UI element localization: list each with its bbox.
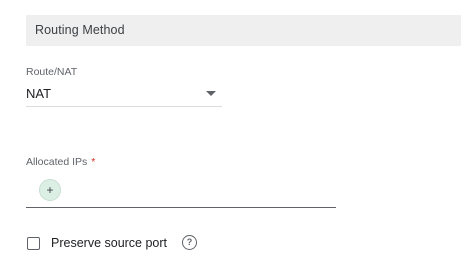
route-nat-select[interactable]: NAT bbox=[26, 84, 222, 107]
preserve-source-port-label[interactable]: Preserve source port bbox=[51, 236, 167, 250]
allocated-ips-label-text: Allocated IPs bbox=[26, 156, 88, 168]
required-indicator: * bbox=[91, 156, 96, 168]
section-title: Routing Method bbox=[35, 23, 125, 37]
route-nat-label: Route/NAT bbox=[26, 66, 78, 78]
allocated-ips-field[interactable]: + bbox=[26, 174, 336, 208]
preserve-source-port-checkbox[interactable] bbox=[27, 237, 40, 250]
help-icon[interactable]: ? bbox=[182, 235, 197, 250]
dropdown-arrow-icon[interactable] bbox=[206, 91, 216, 96]
plus-icon: + bbox=[46, 183, 54, 197]
add-ip-button[interactable]: + bbox=[39, 179, 61, 201]
section-header: Routing Method bbox=[26, 15, 461, 46]
help-icon-glyph: ? bbox=[186, 237, 193, 247]
route-nat-value: NAT bbox=[26, 86, 52, 101]
allocated-ips-label: Allocated IPs * bbox=[26, 156, 95, 168]
